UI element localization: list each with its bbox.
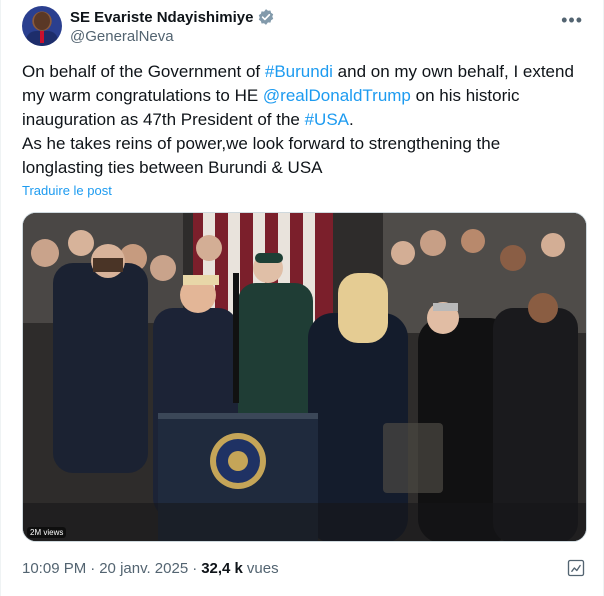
tweet-meta: 10:09 PM · 20 janv. 2025 · 32,4 k vues: [22, 560, 279, 577]
tweet-text-segment: As he takes reins of power,we look forwa…: [22, 134, 501, 177]
media-views-badge: 2M views: [27, 527, 67, 538]
user-handle[interactable]: @GeneralNeva: [70, 28, 174, 45]
tweet-link[interactable]: @realDonaldTrump: [263, 86, 411, 105]
tweet-time[interactable]: 10:09 PM: [22, 560, 86, 577]
display-name[interactable]: SE Evariste Ndayishimiye: [70, 9, 253, 26]
inauguration-photo: [23, 213, 586, 541]
tweet-text-segment: On behalf of the Government of: [22, 62, 265, 81]
analytics-icon[interactable]: [566, 558, 586, 578]
views-label: vues: [246, 560, 279, 577]
tweet-media-image[interactable]: 2M views: [22, 212, 587, 542]
meta-separator: ·: [90, 560, 96, 577]
tweet-link[interactable]: #USA: [305, 110, 349, 129]
tweet-card: SE Evariste Ndayishimiye @GeneralNeva ••…: [0, 0, 604, 596]
meta-separator: ·: [192, 560, 198, 577]
avatar-face: [34, 12, 50, 30]
tweet-link[interactable]: #Burundi: [265, 62, 333, 81]
tweet-text-segment: .: [349, 110, 354, 129]
avatar[interactable]: [22, 6, 62, 46]
tweet-text: On behalf of the Government of #Burundi …: [22, 60, 582, 180]
views-count: 32,4 k: [201, 560, 243, 577]
translate-post-link[interactable]: Traduire le post: [22, 183, 112, 198]
tweet-date[interactable]: 20 janv. 2025: [99, 560, 188, 577]
verified-badge-icon: [259, 9, 274, 25]
name-row: SE Evariste Ndayishimiye: [70, 8, 275, 26]
avatar-tie: [40, 31, 44, 43]
tweet-header: SE Evariste Ndayishimiye @GeneralNeva ••…: [22, 6, 589, 48]
more-horizontal-icon[interactable]: •••: [561, 10, 583, 31]
